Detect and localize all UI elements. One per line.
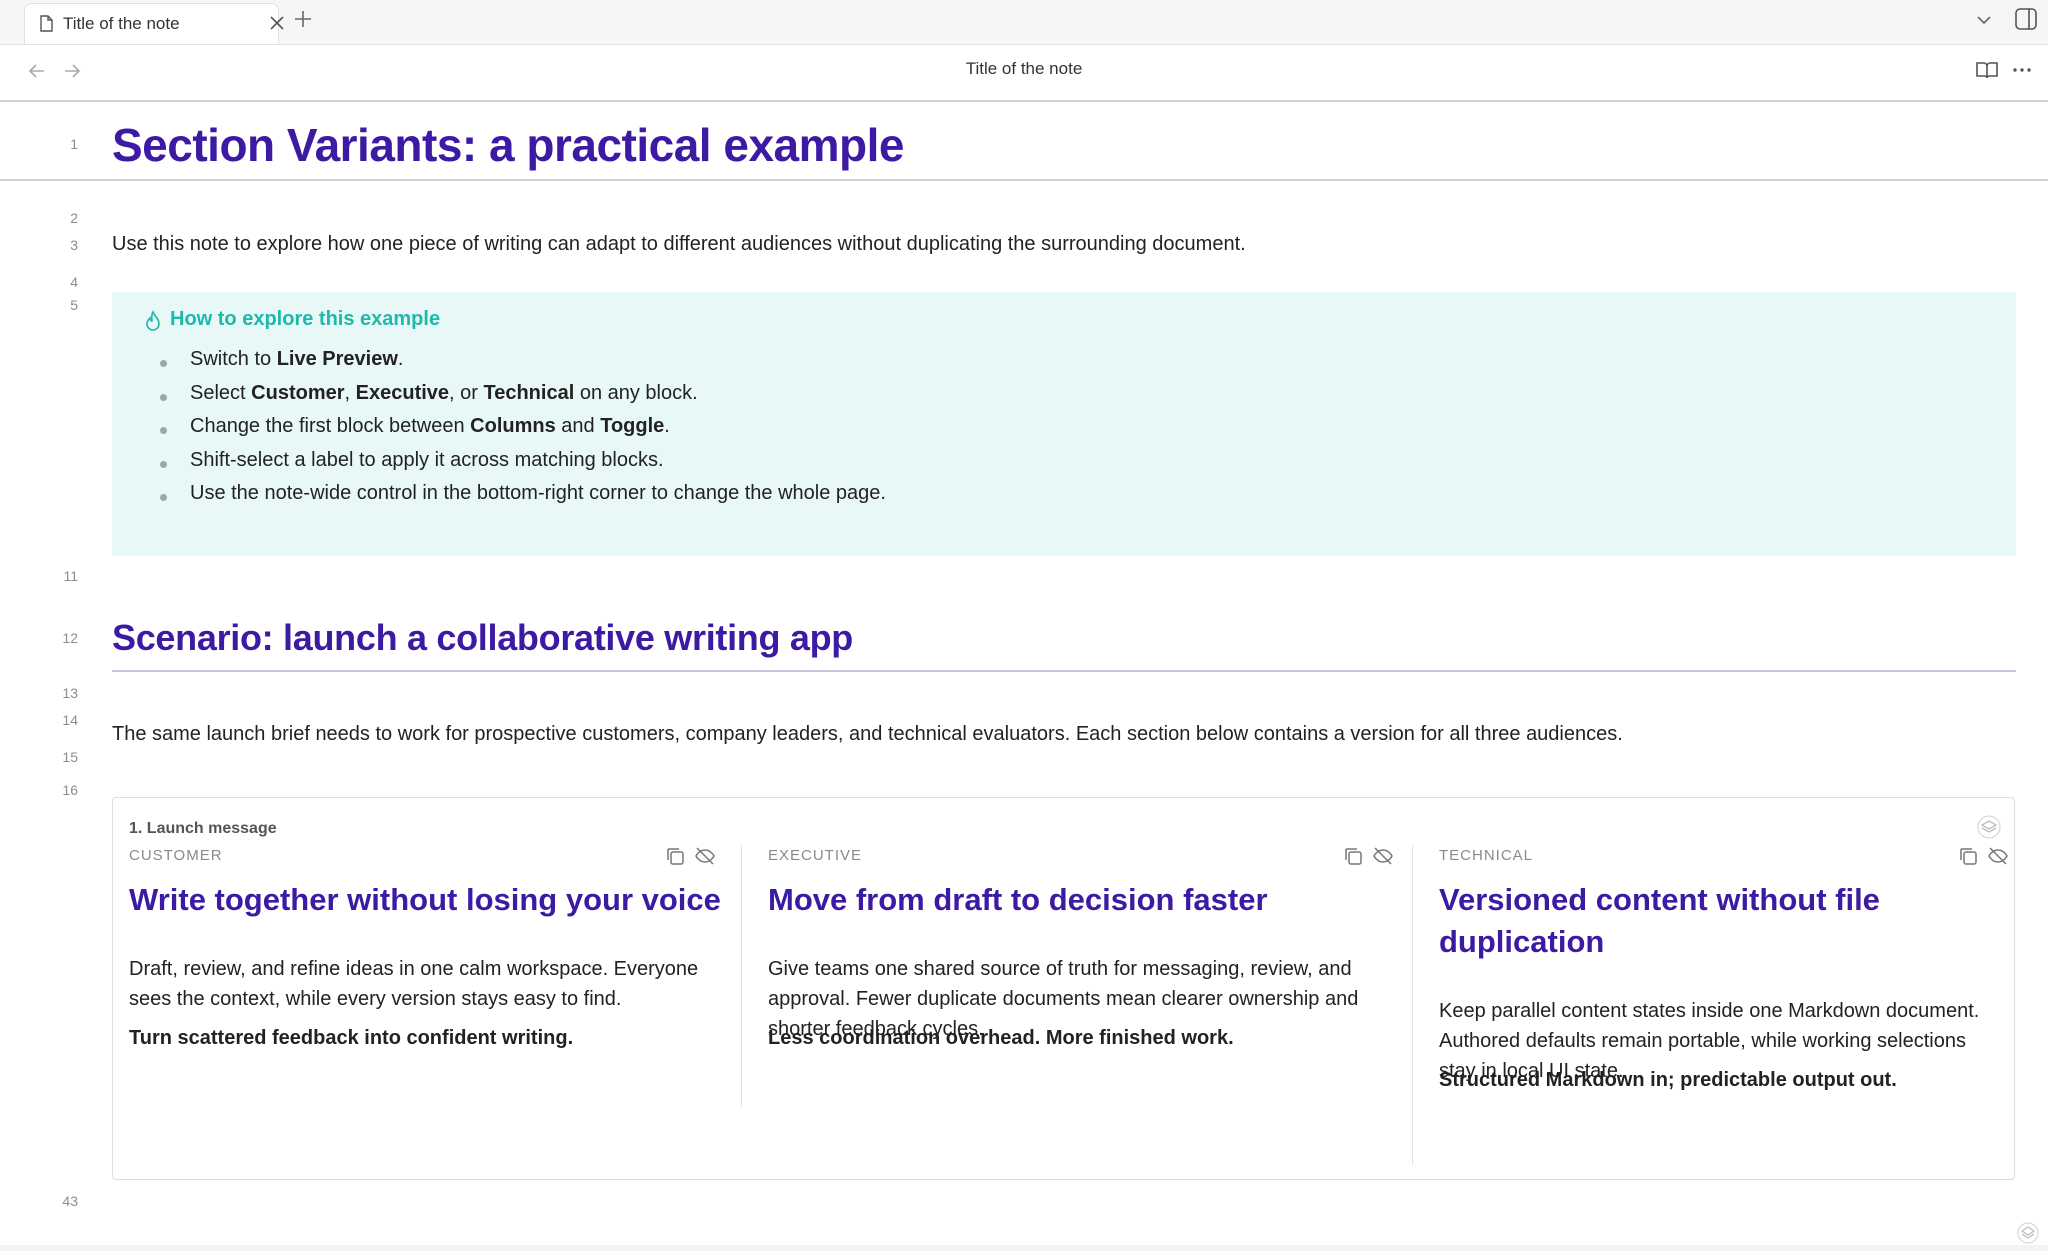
line-number: 1 xyxy=(70,136,78,152)
line-number: 4 xyxy=(70,274,78,290)
callout-title: How to explore this example xyxy=(170,308,441,330)
callout-list-item: Change the first block between Columns a… xyxy=(160,415,886,449)
line-number: 13 xyxy=(62,685,78,701)
line-number: 3 xyxy=(70,237,78,253)
heading-underline xyxy=(112,670,2016,672)
copy-icon[interactable] xyxy=(1957,845,1979,867)
bold-text: Toggle xyxy=(600,415,665,437)
line-number: 11 xyxy=(63,568,78,584)
callout-list-item: Shift-select a label to apply it across … xyxy=(160,449,886,483)
column-divider xyxy=(1412,845,1413,1165)
text-run: and xyxy=(555,415,601,437)
layers-icon[interactable] xyxy=(1977,815,2001,839)
book-open-icon[interactable] xyxy=(1975,58,1999,82)
callout-list: Switch to Live Preview. Select Customer, … xyxy=(160,348,886,516)
text-run: Switch to xyxy=(190,348,277,370)
eye-off-icon[interactable] xyxy=(1372,845,1394,867)
bullet-dot xyxy=(160,360,167,367)
variant-tagline[interactable]: Less coordination overhead. More finishe… xyxy=(768,1027,1234,1050)
bullet-dot xyxy=(160,460,167,468)
variant-title[interactable]: Move from draft to decision faster xyxy=(768,879,1408,921)
eye-off-icon[interactable] xyxy=(694,845,716,867)
flame-icon xyxy=(146,310,160,331)
line-number: 16 xyxy=(62,782,78,798)
bold-text: Technical xyxy=(483,381,575,404)
bold-text: Executive xyxy=(355,381,450,404)
line-number: 14 xyxy=(62,712,78,728)
plus-icon[interactable] xyxy=(292,8,314,30)
view-header: Title of the note xyxy=(0,45,2048,102)
layers-icon[interactable] xyxy=(2017,1222,2039,1244)
variant-column-customer[interactable]: CUSTOMER Write together without losing y… xyxy=(129,843,749,1163)
bold-text: Columns xyxy=(470,415,556,437)
text-run: , xyxy=(344,381,356,404)
column-divider xyxy=(741,845,742,1107)
bullet-dot xyxy=(160,494,167,501)
text-run: on any block. xyxy=(574,381,698,404)
section-variants-block: 1. Launch message CUSTOMER Write togethe… xyxy=(112,797,2015,1180)
variant-tagline[interactable]: Structured Markdown in; predictable outp… xyxy=(1439,1069,1897,1092)
variant-tagline[interactable]: Turn scattered feedback into confident w… xyxy=(129,1027,573,1050)
audience-label[interactable]: TECHNICAL xyxy=(1439,847,1533,864)
text-run: Use the note-wide control in the bottom-… xyxy=(190,482,886,504)
variant-title[interactable]: Versioned content without file duplicati… xyxy=(1439,879,1969,963)
file-icon xyxy=(40,15,53,32)
more-options-icon[interactable] xyxy=(2010,58,2034,82)
text-run: , or xyxy=(449,381,484,404)
text-run: . xyxy=(664,415,670,437)
eye-off-icon[interactable] xyxy=(1987,845,2009,867)
audience-label[interactable]: CUSTOMER xyxy=(129,847,223,864)
horizontal-scrollbar[interactable] xyxy=(0,1245,2048,1251)
text-run: . xyxy=(397,348,404,370)
callout-list-item: Select Customer, Executive, or Technical… xyxy=(160,382,886,416)
line-number: 5 xyxy=(70,297,78,313)
variant-column-executive[interactable]: EXECUTIVE Move from draft to decision fa… xyxy=(768,843,1408,1163)
callout-tip[interactable]: How to explore this example Switch to Li… xyxy=(112,292,2016,556)
block-label: 1. Launch message xyxy=(129,820,277,837)
line-number: 2 xyxy=(70,210,78,226)
bullet-dot xyxy=(160,393,167,401)
scenario-paragraph[interactable]: The same launch brief needs to work for … xyxy=(112,723,1623,746)
intro-paragraph[interactable]: Use this note to explore how one piece o… xyxy=(112,233,1246,256)
bullet-dot xyxy=(160,427,167,434)
tab-label: Title of the note xyxy=(63,14,180,33)
line-number: 43 xyxy=(62,1193,78,1209)
line-number: 15 xyxy=(62,749,78,765)
heading-1[interactable]: Section Variants: a practical example xyxy=(112,118,904,172)
tab-note[interactable]: Title of the note xyxy=(24,3,284,44)
tab-bar: Title of the note xyxy=(0,0,2048,45)
text-run: Change the first block between xyxy=(190,415,471,437)
heading-divider xyxy=(0,179,2048,181)
close-icon[interactable] xyxy=(268,14,286,32)
variant-column-technical[interactable]: TECHNICAL Versioned content without file… xyxy=(1439,843,2008,1173)
copy-icon[interactable] xyxy=(1342,845,1364,867)
text-run: Shift-select a label to apply it across … xyxy=(190,448,664,471)
view-title[interactable]: Title of the note xyxy=(0,59,2048,79)
bold-text: Live Preview xyxy=(276,348,398,370)
callout-list-item: Switch to Live Preview. xyxy=(160,348,886,382)
text-run: Select xyxy=(190,381,252,404)
chevron-down-icon[interactable] xyxy=(1974,10,1994,30)
variant-body[interactable]: Draft, review, and refine ideas in one c… xyxy=(129,954,729,1014)
sidebar-toggle-icon[interactable] xyxy=(2014,7,2038,31)
line-number: 12 xyxy=(62,630,78,646)
copy-icon[interactable] xyxy=(664,845,686,867)
audience-label[interactable]: EXECUTIVE xyxy=(768,847,862,864)
callout-list-item: Use the note-wide control in the bottom-… xyxy=(160,482,886,516)
variant-title[interactable]: Write together without losing your voice xyxy=(129,879,729,921)
bold-text: Customer xyxy=(251,381,345,404)
heading-2[interactable]: Scenario: launch a collaborative writing… xyxy=(112,617,853,659)
